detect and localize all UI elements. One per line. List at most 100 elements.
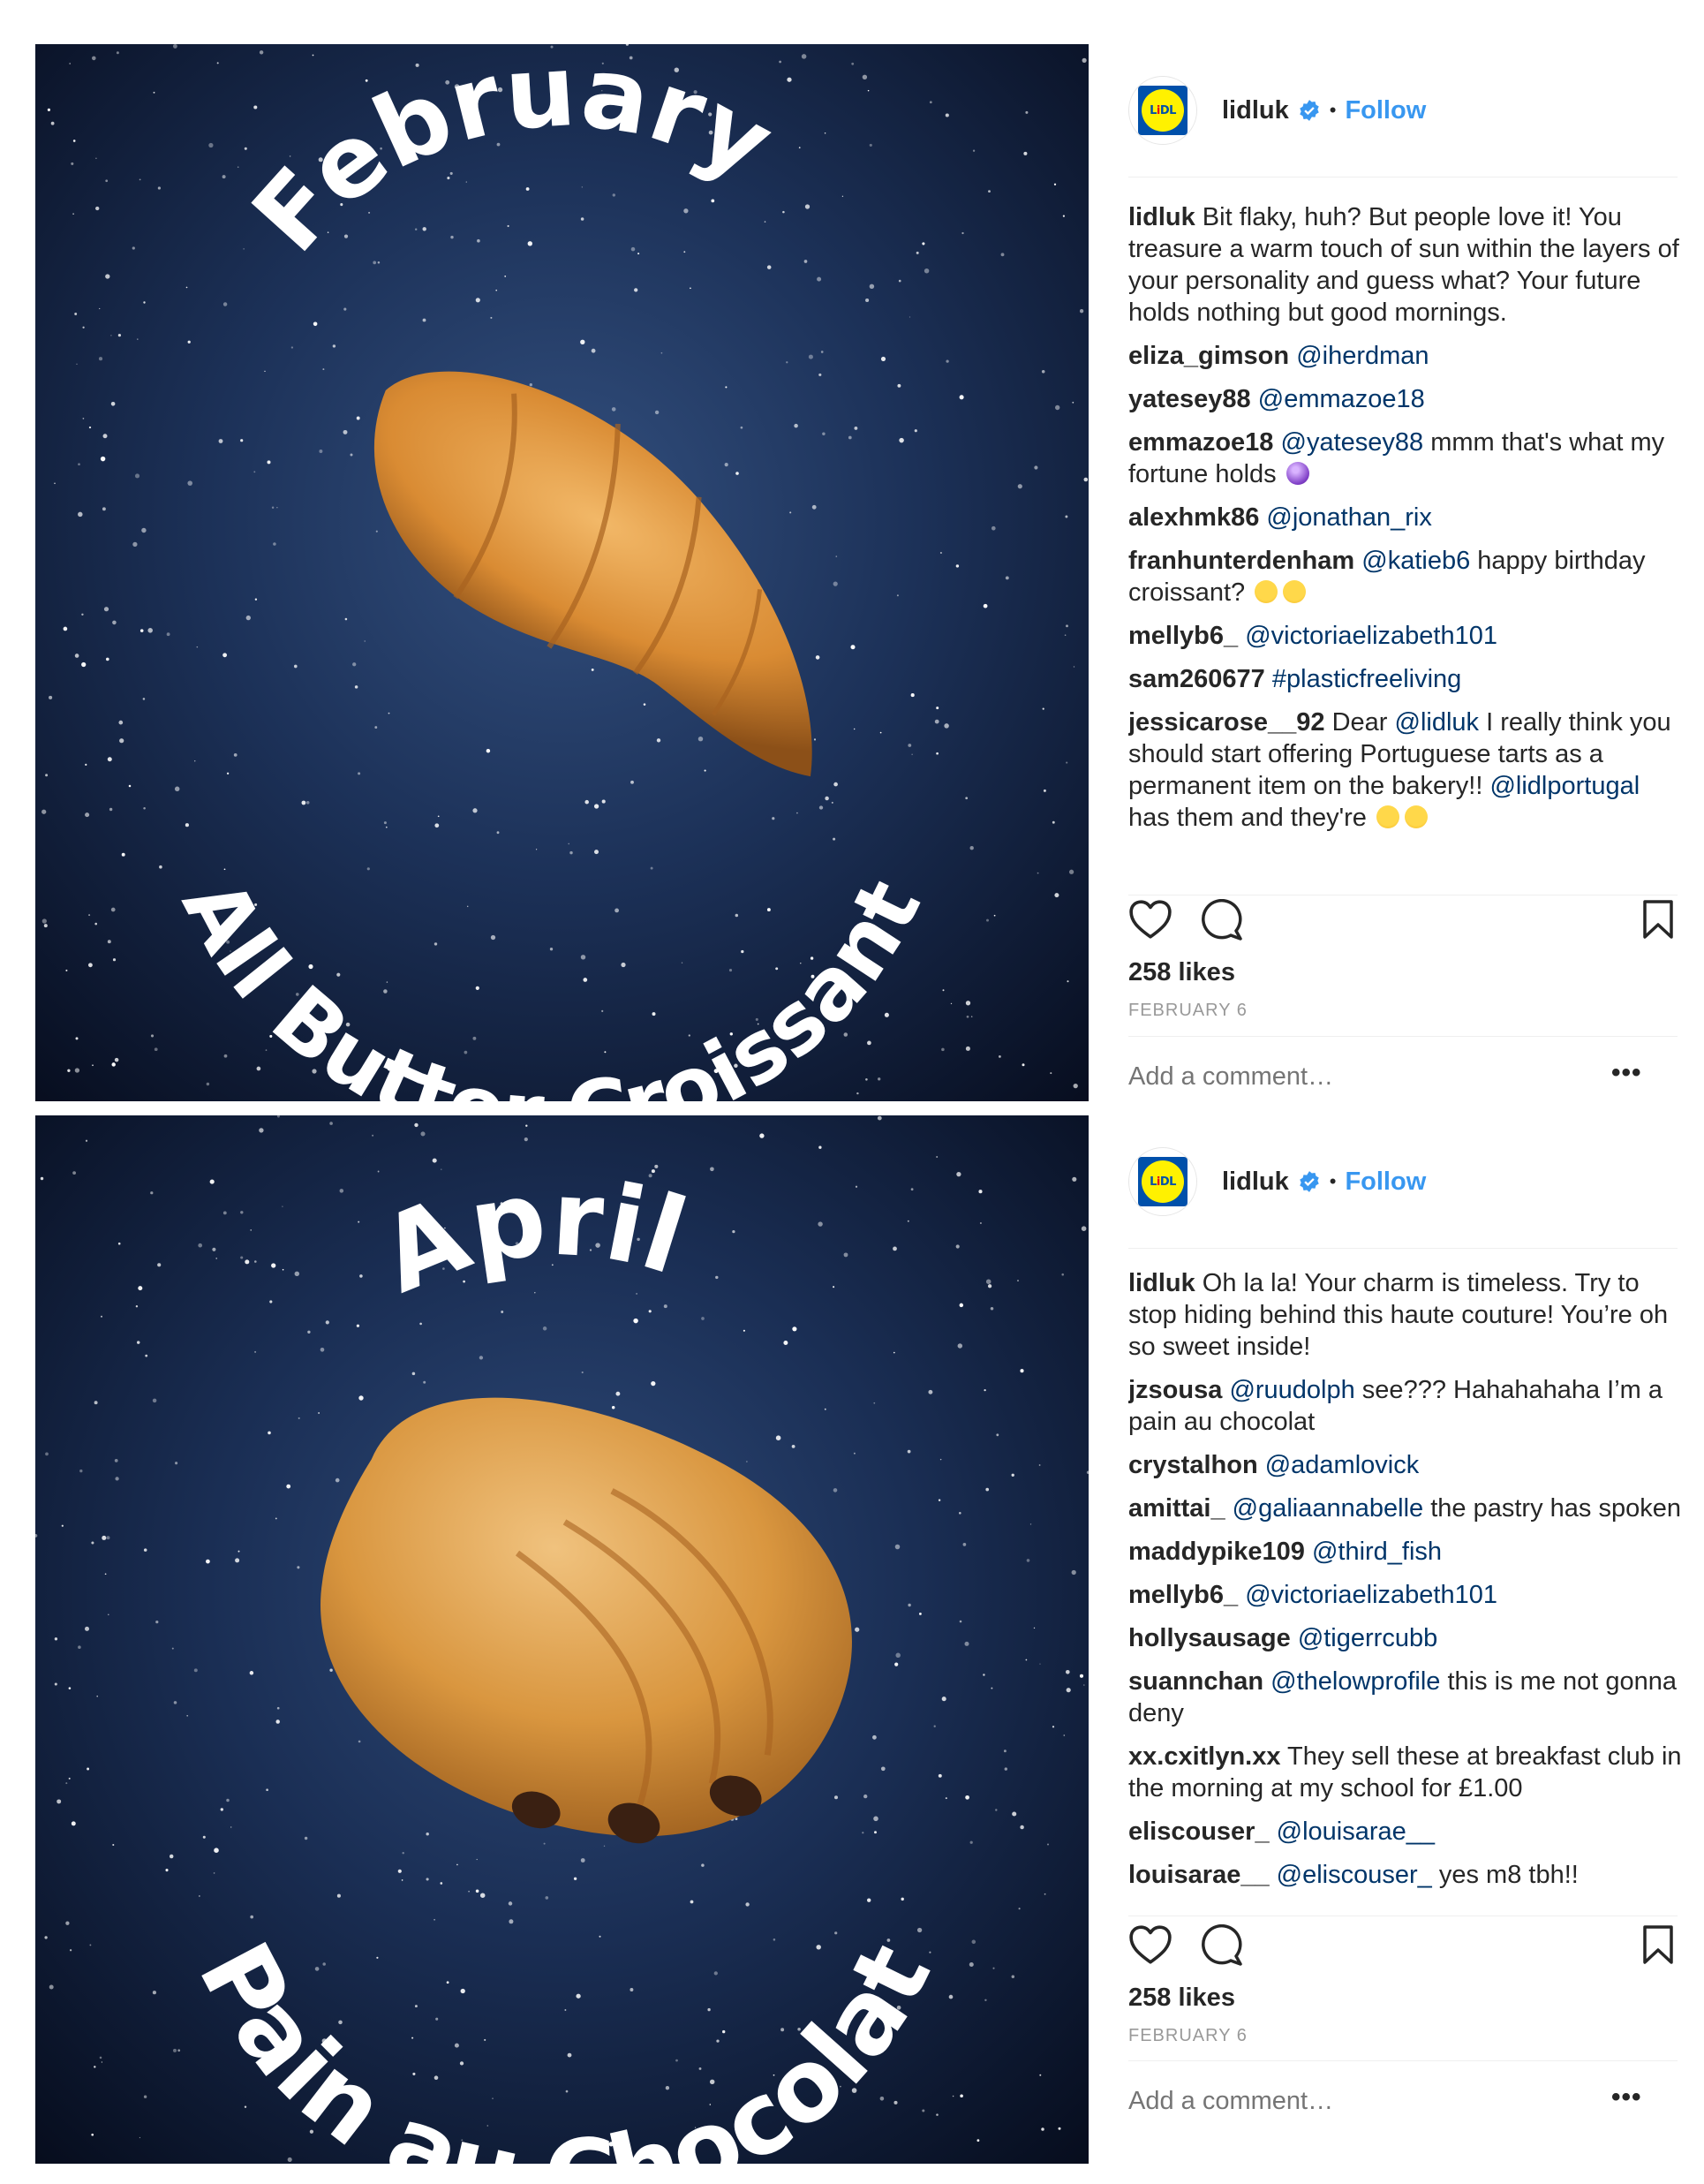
star (135, 1305, 139, 1308)
comment-mention[interactable]: @iherdman (1296, 342, 1429, 370)
comment-mention[interactable]: @tigerrcubb (1298, 1624, 1437, 1652)
star (150, 1191, 154, 1195)
more-options-icon[interactable]: ••• (1611, 2082, 1642, 2112)
star (654, 410, 660, 415)
comment-username[interactable]: eliscouser_ (1128, 1817, 1270, 1846)
comment-username[interactable]: eliza_gimson (1128, 342, 1289, 370)
comment-username[interactable]: emmazoe18 (1128, 428, 1273, 457)
comment-mention[interactable]: @adamlovick (1265, 1451, 1420, 1479)
comment-mention[interactable]: @galiaannabelle (1233, 1494, 1424, 1523)
comment-hashtag[interactable]: #plasticfreeliving (1272, 665, 1461, 693)
star (1022, 1063, 1025, 1067)
post-image[interactable]: April Pain au Chocolat (35, 1115, 1089, 2164)
star (159, 865, 162, 869)
star (869, 143, 872, 147)
bookmark-icon[interactable] (1640, 899, 1676, 940)
speech-bubble-icon[interactable] (1201, 1924, 1243, 1967)
comment-text: yes m8 tbh!! (1431, 1861, 1579, 1889)
comment-mention[interactable]: @jonathan_rix (1266, 503, 1431, 532)
follow-button[interactable]: Follow (1345, 1168, 1426, 1197)
comment-username[interactable]: mellyb6_ (1128, 1581, 1238, 1609)
avatar[interactable]: LiDL (1128, 1147, 1197, 1216)
add-comment-input[interactable] (1128, 2087, 1623, 2116)
post-date[interactable]: FEBRUARY 6 (1128, 2026, 1248, 2046)
more-options-icon[interactable]: ••• (1611, 1058, 1642, 1088)
star (143, 806, 146, 810)
bookmark-icon[interactable] (1640, 1924, 1676, 1965)
comment-mention[interactable]: @eliscouser_ (1277, 1861, 1432, 1889)
star (998, 1054, 1001, 1058)
comment-mention[interactable]: @katieb6 (1361, 547, 1470, 575)
comment-username[interactable]: amittai_ (1128, 1494, 1225, 1523)
comment-mention[interactable]: @victoriaelizabeth101 (1245, 1581, 1497, 1609)
comment-username[interactable]: sam260677 (1128, 665, 1265, 693)
heart-icon[interactable] (1128, 1924, 1172, 1965)
star (432, 1158, 437, 1163)
comment-username[interactable]: mellyb6_ (1128, 622, 1238, 650)
star (132, 246, 135, 250)
star (783, 1341, 788, 1345)
comment-username[interactable]: yatesey88 (1128, 385, 1251, 413)
comment-mention[interactable]: @emmazoe18 (1258, 385, 1425, 413)
post-date[interactable]: FEBRUARY 6 (1128, 1001, 1248, 1021)
comment-mention[interactable]: @lidluk (1395, 708, 1480, 737)
comment-username[interactable]: suannchan (1128, 1667, 1263, 1696)
star (411, 2037, 414, 2039)
comment-username[interactable]: lidluk (1128, 203, 1195, 231)
comment-username[interactable]: crystalhon (1128, 1451, 1258, 1479)
star (304, 1836, 308, 1840)
star (235, 1558, 240, 1563)
comment-mention[interactable]: @ruudolph (1229, 1376, 1354, 1404)
comment-mention[interactable]: @louisarae__ (1277, 1817, 1435, 1846)
star (174, 786, 180, 792)
star (412, 2072, 416, 2075)
comment-username[interactable]: louisarae__ (1128, 1861, 1270, 1889)
star (223, 1054, 228, 1058)
comment-username[interactable]: lidluk (1128, 1269, 1195, 1297)
star (815, 655, 820, 660)
comment-username[interactable]: franhunterdenham (1128, 547, 1354, 575)
account-username[interactable]: lidluk (1222, 1168, 1289, 1197)
comments-list[interactable]: lidluk Oh la la! Your charm is timeless.… (1128, 1267, 1685, 1910)
likes-count[interactable]: 258 likes (1128, 958, 1235, 987)
star (112, 620, 117, 625)
star (936, 1156, 939, 1158)
comment-username[interactable]: jzsousa (1128, 1376, 1222, 1404)
star (863, 1794, 868, 1799)
star (173, 2048, 177, 2052)
star (61, 1524, 64, 1527)
star (312, 54, 314, 57)
star (121, 852, 125, 857)
add-comment-input[interactable] (1128, 1062, 1623, 1092)
comment-username[interactable]: hollysausage (1128, 1624, 1291, 1652)
star (945, 113, 949, 117)
star (143, 301, 146, 304)
comment-mention[interactable]: @yatesey88 (1281, 428, 1424, 457)
comment-username[interactable]: maddypike109 (1128, 1538, 1305, 1566)
star (495, 289, 498, 291)
comment-mention[interactable]: @victoriaelizabeth101 (1245, 622, 1497, 650)
star (728, 969, 733, 972)
heart-icon[interactable] (1128, 899, 1172, 940)
comments-list[interactable]: lidluk Bit flaky, huh? But people love i… (1128, 201, 1685, 895)
comment-username[interactable]: xx.cxitlyn.xx (1128, 1742, 1281, 1771)
post-image[interactable]: February All Butter Croissant (35, 44, 1089, 1101)
comment-mention[interactable]: @third_fish (1312, 1538, 1442, 1566)
comment-mention[interactable]: @thelowprofile (1270, 1667, 1440, 1696)
star (259, 50, 264, 55)
speech-bubble-icon[interactable] (1201, 899, 1243, 941)
comment-username[interactable]: jessicarose__92 (1128, 708, 1325, 737)
comment-mention[interactable]: @lidlportugal (1489, 772, 1640, 800)
star (114, 1459, 118, 1462)
star (213, 1872, 215, 1874)
star (964, 1641, 969, 1646)
account-username[interactable]: lidluk (1222, 96, 1289, 125)
comment-username[interactable]: alexhmk86 (1128, 503, 1259, 532)
star (504, 276, 507, 277)
avatar[interactable]: LiDL (1128, 76, 1197, 145)
star (529, 383, 532, 387)
follow-button[interactable]: Follow (1345, 96, 1426, 125)
likes-count[interactable]: 258 likes (1128, 1984, 1235, 2013)
star (818, 373, 822, 376)
star (740, 426, 743, 429)
